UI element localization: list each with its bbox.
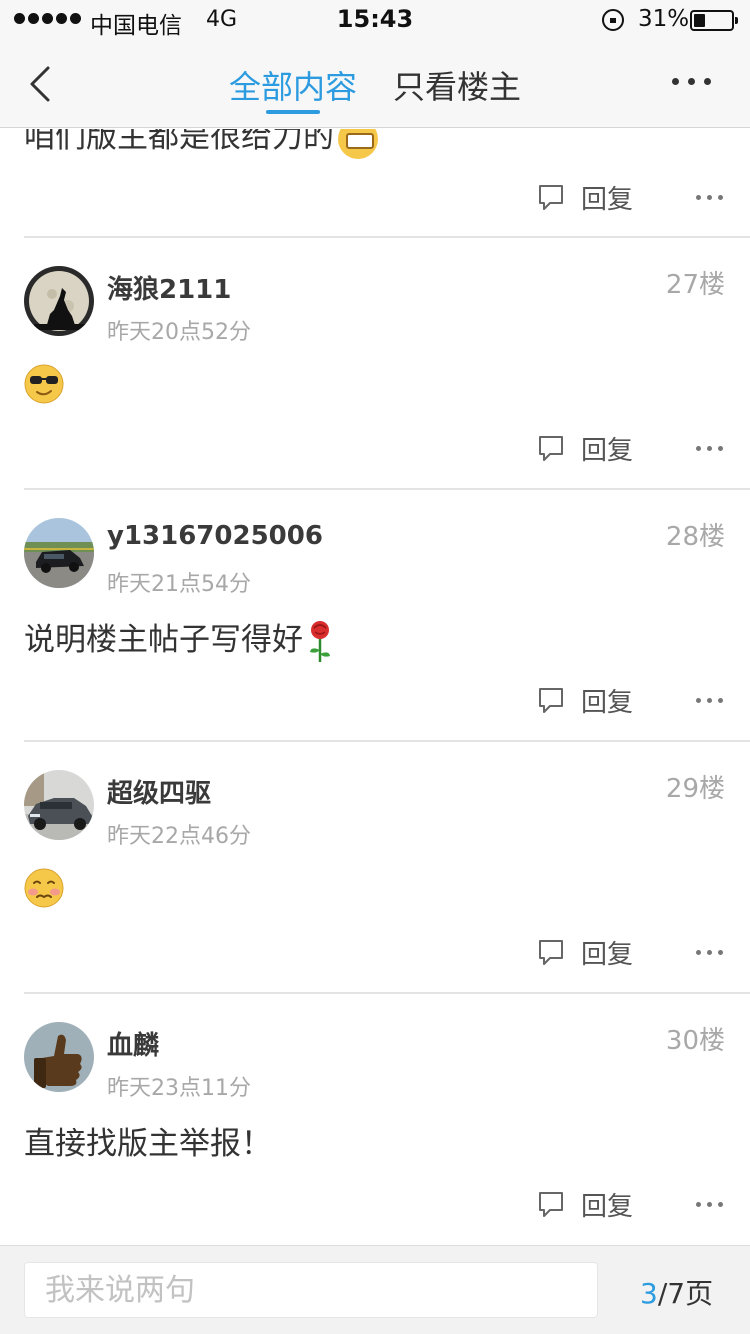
comment-input[interactable] xyxy=(24,1262,598,1318)
reply-button[interactable]: 回复 xyxy=(581,934,633,971)
author-name[interactable]: 超级四驱 xyxy=(107,773,211,810)
active-tab-indicator xyxy=(266,110,320,114)
floor-number: 27楼 xyxy=(665,270,725,300)
car-avatar-image xyxy=(24,518,94,588)
battery-icon xyxy=(690,10,738,31)
reply-button[interactable]: 回复 xyxy=(581,430,633,467)
post-time: 昨天21点54分 xyxy=(107,572,251,597)
comment-icon[interactable] xyxy=(537,938,565,968)
post-time: 昨天23点11分 xyxy=(107,1076,251,1101)
post-body: 说明楼主帖子写得好 xyxy=(24,614,335,664)
more-options-icon[interactable] xyxy=(696,698,723,703)
post-actions: 回复 xyxy=(0,179,750,219)
grin-emoji-icon xyxy=(338,129,378,159)
nav-bar: 全部内容 只看楼主 xyxy=(0,40,750,128)
more-options-icon[interactable] xyxy=(696,446,723,451)
floor-number: 30楼 xyxy=(665,1026,725,1056)
chevron-left-icon[interactable] xyxy=(24,64,64,104)
comment-icon[interactable] xyxy=(537,183,565,213)
page-indicator[interactable]: 3/7页 xyxy=(640,1272,713,1312)
rotation-lock-icon xyxy=(602,9,624,31)
post-body: 直接找版主举报！ xyxy=(24,1118,272,1163)
post-item: y13167025006 昨天21点54分 28楼 说明楼主帖子写得好 回复 xyxy=(0,490,750,742)
more-options-icon[interactable] xyxy=(696,1202,723,1207)
reply-button[interactable]: 回复 xyxy=(581,682,633,719)
post-item: 血麟 昨天23点11分 30楼 直接找版主举报！ 回复 xyxy=(0,994,750,1245)
tab-owner-only[interactable]: 只看楼主 xyxy=(393,62,521,108)
car-avatar-image xyxy=(24,770,94,840)
total-pages: /7页 xyxy=(657,1277,714,1310)
author-name[interactable]: y13167025006 xyxy=(107,521,323,551)
rose-emoji-icon xyxy=(310,620,330,662)
more-horizontal-icon[interactable] xyxy=(672,78,711,85)
current-page: 3 xyxy=(640,1277,658,1310)
thumbs-up-avatar-image xyxy=(24,1022,94,1092)
author-name[interactable]: 血麟 xyxy=(107,1025,159,1062)
post-list[interactable]: 咱们版主都是很给力的 回复 海狼2111 昨天20点52分 27楼 回复 y13… xyxy=(0,129,750,1245)
comment-icon[interactable] xyxy=(537,434,565,464)
reply-button[interactable]: 回复 xyxy=(581,1186,633,1223)
avatar[interactable] xyxy=(24,266,94,336)
avatar[interactable] xyxy=(24,770,94,840)
comment-icon[interactable] xyxy=(537,686,565,716)
battery-fill xyxy=(694,14,705,27)
shy-emoji-icon xyxy=(24,868,64,908)
avatar[interactable] xyxy=(24,1022,94,1092)
post-actions: 回复 xyxy=(0,430,750,470)
tab-all-content[interactable]: 全部内容 xyxy=(229,62,357,108)
post-actions: 回复 xyxy=(0,934,750,974)
status-bar: 中国电信 4G 15:43 31% xyxy=(0,0,750,40)
post-text: 直接找版主举报！ xyxy=(24,1126,272,1162)
post-time: 昨天22点46分 xyxy=(107,824,251,849)
post-time: 昨天20点52分 xyxy=(107,320,251,345)
wolf-moon-avatar-image xyxy=(24,266,94,336)
avatar[interactable] xyxy=(24,518,94,588)
more-options-icon[interactable] xyxy=(696,950,723,955)
post-text: 咱们版主都是很给力的 xyxy=(24,129,334,155)
partial-post-text: 咱们版主都是很给力的 xyxy=(24,129,378,159)
floor-number: 29楼 xyxy=(665,774,725,804)
comment-icon[interactable] xyxy=(537,1190,565,1220)
reply-button[interactable]: 回复 xyxy=(581,179,633,216)
post-text: 说明楼主帖子写得好 xyxy=(24,622,303,658)
post-actions: 回复 xyxy=(0,682,750,722)
battery-percent: 31% xyxy=(638,6,690,32)
post-item: 超级四驱 昨天22点46分 29楼 回复 xyxy=(0,742,750,994)
sunglasses-emoji-icon xyxy=(24,364,64,404)
post-item: 海狼2111 昨天20点52分 27楼 回复 xyxy=(0,238,750,490)
post-actions: 回复 xyxy=(0,1186,750,1226)
author-name[interactable]: 海狼2111 xyxy=(107,269,231,306)
bottom-input-bar: 3/7页 xyxy=(0,1245,750,1334)
more-options-icon[interactable] xyxy=(696,195,723,200)
floor-number: 28楼 xyxy=(665,522,725,552)
